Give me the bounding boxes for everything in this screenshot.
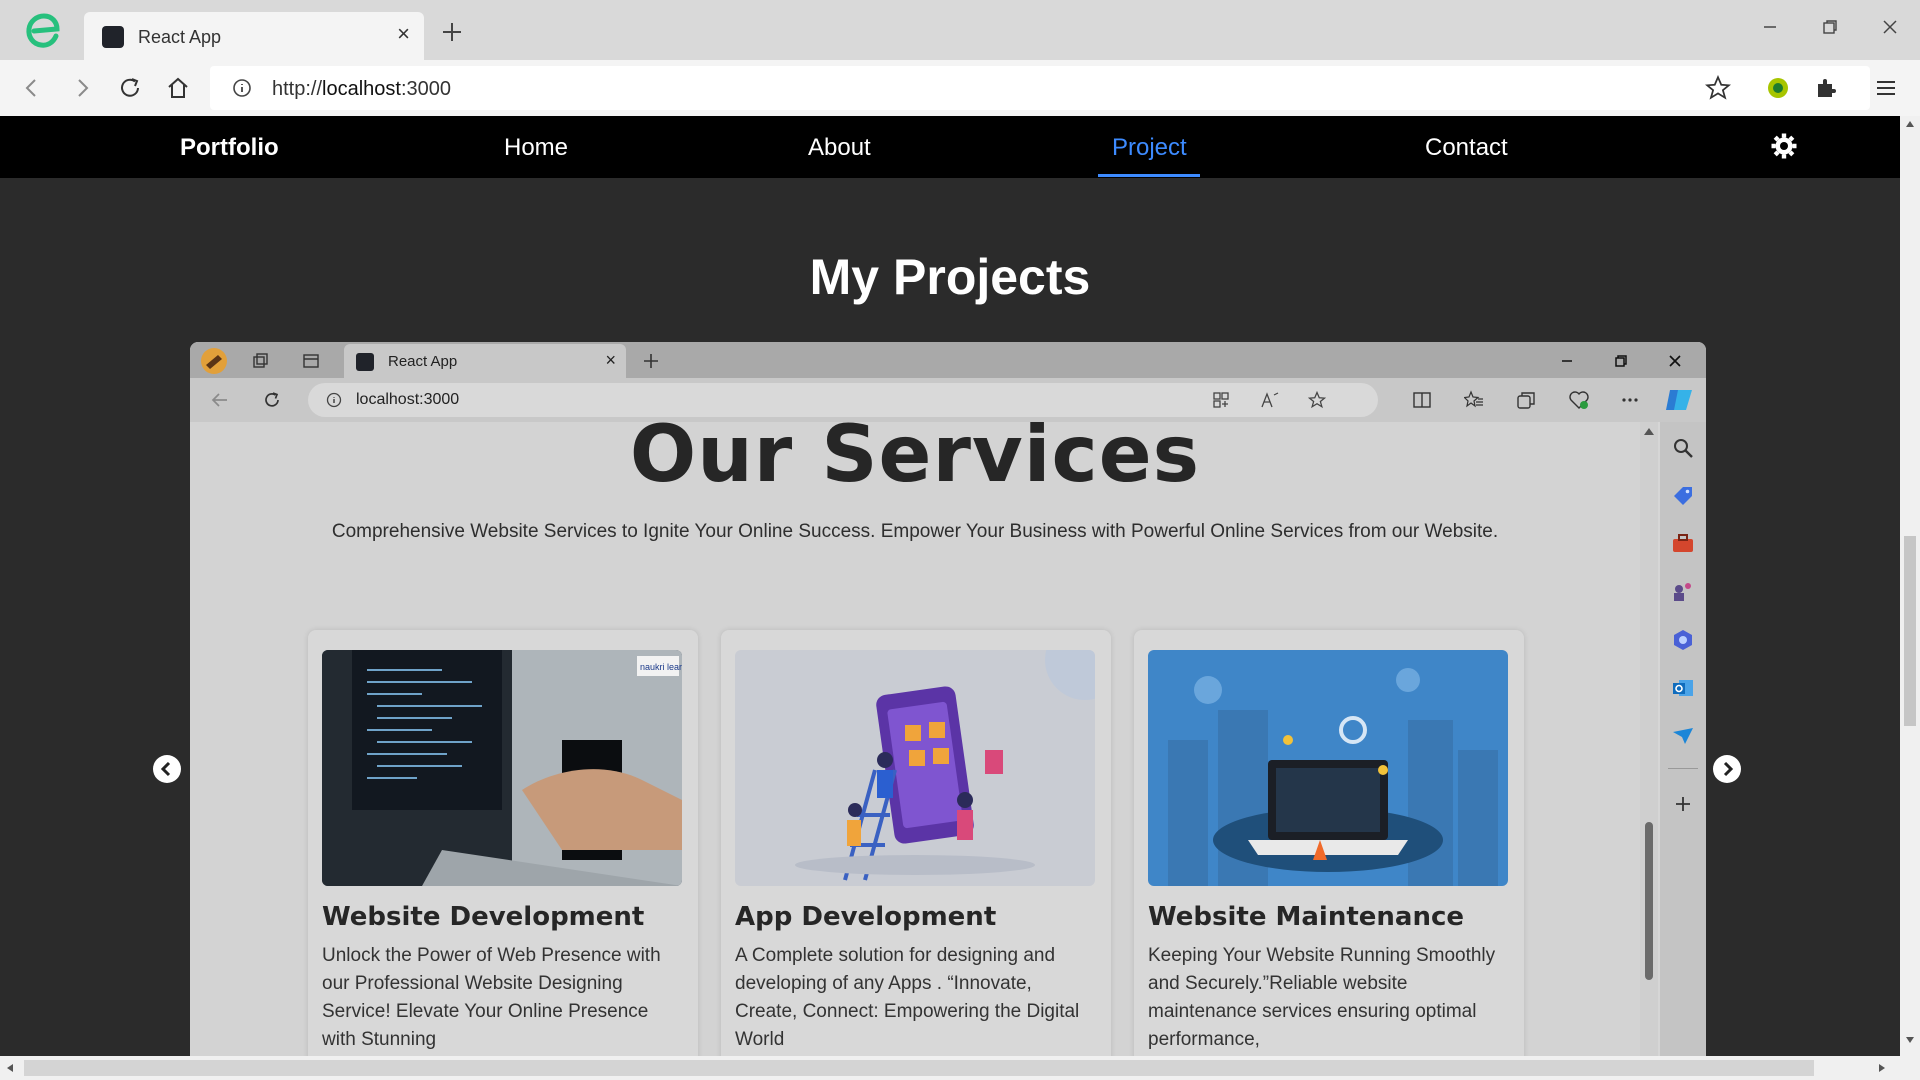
reload-icon[interactable] bbox=[116, 74, 144, 102]
new-tab-icon[interactable] bbox=[440, 20, 464, 44]
services-subheading: Comprehensive Website Services to Ignite… bbox=[331, 521, 1499, 542]
site-info-icon[interactable] bbox=[232, 78, 252, 98]
embedded-sidebar-divider bbox=[1668, 768, 1698, 769]
service-card-image bbox=[1148, 650, 1508, 886]
service-card-title: App Development bbox=[735, 902, 997, 932]
service-card: naukri learning Website Development Unlo… bbox=[308, 630, 698, 1056]
embedded-add-sidebar-icon bbox=[1676, 797, 1690, 811]
embedded-tab: React App × bbox=[344, 344, 626, 378]
chevron-right-icon bbox=[1714, 756, 1740, 782]
embedded-read-aloud-icon bbox=[1261, 392, 1279, 408]
url-text: http://localhost:3000 bbox=[272, 78, 452, 100]
browser-toolbar: http://localhost:3000 bbox=[0, 60, 1920, 116]
restore-icon[interactable] bbox=[1812, 12, 1848, 42]
embedded-games-icon bbox=[1674, 583, 1691, 601]
embedded-minimize-icon bbox=[1562, 360, 1572, 362]
embedded-app-available-icon bbox=[1213, 392, 1229, 408]
service-card-image: naukri learning bbox=[322, 650, 682, 886]
carousel-next-button[interactable] bbox=[1713, 755, 1741, 783]
embedded-toolbar: localhost:3000 bbox=[190, 378, 1706, 422]
extensions-puzzle-icon[interactable] bbox=[1812, 74, 1840, 102]
service-card-text: Keeping Your Website Running Smoothly an… bbox=[1148, 945, 1496, 1050]
service-card: Website Maintenance Keeping Your Website… bbox=[1134, 630, 1524, 1056]
embedded-scrollbar bbox=[1640, 422, 1658, 1056]
embedded-split-screen-icon bbox=[1413, 392, 1431, 408]
embedded-shopping-tag-icon bbox=[1674, 487, 1692, 505]
chevron-left-icon bbox=[154, 756, 180, 782]
page-horizontal-scrollbar[interactable] bbox=[0, 1056, 1920, 1080]
embedded-tools-briefcase-icon bbox=[1673, 534, 1693, 552]
embedded-microsoft365-icon bbox=[1674, 630, 1692, 650]
embedded-url-text: localhost:3000 bbox=[356, 391, 460, 408]
active-nav-indicator bbox=[1098, 174, 1200, 177]
embedded-collections-icon bbox=[1517, 392, 1535, 409]
embedded-tab-title: React App bbox=[388, 353, 458, 370]
tab-title: React App bbox=[138, 27, 222, 47]
browser-tab[interactable]: React App × bbox=[84, 12, 424, 60]
service-card-text: A Complete solution for designing and de… bbox=[735, 945, 1080, 1050]
embedded-copilot-icon bbox=[1666, 390, 1692, 410]
page-horizontal-scrollbar-thumb[interactable] bbox=[24, 1060, 1814, 1076]
address-bar[interactable]: http://localhost:3000 bbox=[210, 66, 1870, 110]
menu-icon[interactable] bbox=[1872, 74, 1900, 102]
embedded-back-icon bbox=[211, 393, 227, 407]
embedded-close-tab-icon: × bbox=[605, 350, 616, 370]
embedded-tabstrip: React App × bbox=[190, 342, 1706, 378]
minimize-icon[interactable] bbox=[1752, 12, 1788, 42]
embedded-favorites-icon bbox=[1464, 390, 1483, 408]
browser-tabstrip: React App × bbox=[0, 0, 1920, 60]
embedded-reload-icon bbox=[265, 392, 279, 407]
embedded-search-icon bbox=[1674, 439, 1693, 458]
embedded-browser-essentials-icon bbox=[1569, 391, 1589, 409]
service-card-image bbox=[735, 650, 1095, 886]
embedded-restore-icon bbox=[1615, 355, 1627, 367]
embedded-site-info-icon bbox=[326, 392, 342, 408]
service-card: App Development A Complete solution for … bbox=[721, 630, 1111, 1056]
page-vertical-scrollbar-thumb[interactable] bbox=[1904, 536, 1916, 726]
nav-link-contact[interactable]: Contact bbox=[1425, 134, 1508, 162]
embedded-page: Our Services Comprehensive Website Servi… bbox=[190, 422, 1640, 1056]
react-favicon-icon bbox=[102, 26, 124, 48]
embedded-workspaces-icon bbox=[253, 353, 268, 368]
page-vertical-scrollbar[interactable] bbox=[1900, 116, 1920, 1056]
naukri-logo-text: naukri learning bbox=[640, 662, 682, 672]
forward-icon[interactable] bbox=[68, 74, 96, 102]
service-card-text: Unlock the Power of Web Presence with ou… bbox=[322, 945, 661, 1050]
home-icon[interactable] bbox=[164, 74, 192, 102]
embedded-favorite-star-icon bbox=[1308, 391, 1326, 409]
close-tab-icon[interactable]: × bbox=[397, 23, 410, 45]
nav-link-about[interactable]: About bbox=[808, 134, 871, 162]
service-card-title: Website Maintenance bbox=[1148, 902, 1465, 932]
embedded-new-tab-icon bbox=[644, 354, 658, 368]
site-navbar: Portfolio Home About Project Contact bbox=[0, 116, 1900, 178]
bookmark-star-icon[interactable] bbox=[1704, 74, 1732, 102]
embedded-edge-sidebar bbox=[1660, 422, 1706, 1056]
nav-link-project[interactable]: Project bbox=[1112, 134, 1187, 162]
brand-logo[interactable]: Portfolio bbox=[180, 134, 279, 162]
service-card-title: Website Development bbox=[322, 902, 645, 932]
embedded-tab-actions-icon bbox=[303, 354, 319, 368]
browser-logo-icon bbox=[26, 13, 60, 48]
embedded-address-bar: localhost:3000 bbox=[308, 383, 1378, 417]
services-heading: Our Services bbox=[629, 422, 1201, 500]
embedded-scrollbar-thumb bbox=[1645, 822, 1653, 980]
back-icon[interactable] bbox=[18, 74, 46, 102]
embedded-more-options-icon bbox=[1622, 398, 1638, 402]
close-window-icon[interactable] bbox=[1872, 12, 1908, 42]
embedded-outlook-icon bbox=[1673, 680, 1693, 696]
section-title: My Projects bbox=[809, 249, 1091, 305]
embedded-profile-avatar-icon bbox=[201, 348, 227, 374]
extension-badge-icon[interactable] bbox=[1764, 74, 1792, 102]
nav-link-home[interactable]: Home bbox=[504, 134, 568, 162]
embedded-react-favicon-icon bbox=[356, 353, 374, 371]
project-screenshot: React App × localhost:3000 Our Services … bbox=[190, 342, 1706, 1056]
carousel-prev-button[interactable] bbox=[153, 755, 181, 783]
theme-toggle-gear-icon[interactable] bbox=[1770, 132, 1798, 160]
embedded-drop-send-icon bbox=[1673, 728, 1693, 744]
embedded-close-window-icon bbox=[1669, 355, 1681, 367]
